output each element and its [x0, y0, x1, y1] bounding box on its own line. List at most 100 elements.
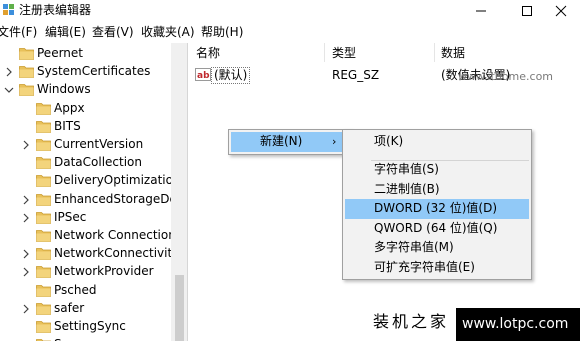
- title-bar: 注册表编辑器: [0, 0, 580, 22]
- folder-icon: [36, 321, 51, 333]
- folder-icon: [19, 48, 34, 60]
- menu-item-multi-string-value[interactable]: 多字符串值(M): [345, 238, 529, 258]
- tree-item[interactable]: DataCollection: [0, 154, 170, 172]
- menu-item-string-value[interactable]: 字符串值(S): [345, 160, 529, 180]
- watermark-brand: 装机之家: [373, 312, 450, 331]
- watermark-url: www.lotpc.com: [462, 316, 569, 332]
- column-header-data[interactable]: 数据: [441, 46, 465, 61]
- folder-icon: [36, 102, 51, 115]
- folder-icon: [36, 120, 51, 133]
- tree-item[interactable]: DeliveryOptimization: [0, 172, 181, 190]
- tree-item[interactable]: EnhancedStorageDevi: [0, 191, 187, 209]
- menu-item-label: 字符串值(S): [374, 162, 439, 176]
- tree-item[interactable]: IPSec: [0, 209, 170, 227]
- tree-item[interactable]: NetworkProvider: [0, 263, 170, 281]
- chevron-right-icon[interactable]: [21, 139, 31, 151]
- chevron-right-icon[interactable]: [21, 303, 31, 315]
- folder-icon: [19, 66, 34, 79]
- menu-item-dword-value[interactable]: DWORD (32 位)值(D): [345, 199, 529, 219]
- folder-icon: [36, 266, 51, 279]
- column-header-name[interactable]: 名称: [196, 46, 220, 61]
- chevron-down-icon[interactable]: [4, 84, 14, 96]
- minimize-icon: [476, 10, 486, 12]
- chevron-right-icon[interactable]: [21, 194, 31, 206]
- tree-item[interactable]: Appx: [0, 100, 170, 118]
- tree-item[interactable]: Psched: [0, 282, 170, 300]
- folder-icon: [36, 157, 51, 170]
- tree-item[interactable]: Windows: [0, 81, 170, 99]
- tree-item[interactable]: CurrentVersion: [0, 136, 170, 154]
- chevron-right-icon[interactable]: [21, 266, 31, 278]
- svg-text:ab: ab: [197, 71, 210, 81]
- close-button[interactable]: [538, 0, 580, 22]
- site-watermark: www.ithome.com: [458, 70, 554, 83]
- tree-item-label: DataCollection: [54, 155, 143, 170]
- tree-item[interactable]: SettingSync: [0, 318, 170, 336]
- folder-icon: [36, 193, 51, 206]
- menu-view[interactable]: 查看(V): [92, 25, 134, 40]
- column-header-type[interactable]: 类型: [332, 46, 356, 61]
- new-submenu: 项(K) 字符串值(S) 二进制值(B) DWORD (32 位)值(D) QW…: [342, 129, 532, 280]
- chevron-right-icon[interactable]: [21, 248, 31, 260]
- menu-item-label: 项(K): [374, 134, 404, 148]
- registry-editor-icon: [3, 4, 14, 15]
- tree-item[interactable]: safer: [0, 300, 170, 318]
- string-value-icon: ab: [195, 68, 211, 81]
- menu-item-label: 二进制值(B): [374, 182, 440, 196]
- tree-item-label: Network Connections: [54, 228, 183, 242]
- column-divider[interactable]: [324, 43, 325, 62]
- menu-favorites[interactable]: 收藏夹(A): [141, 25, 195, 40]
- registry-tree[interactable]: Peernet SystemCertificates Windows Appx BITS…: [0, 43, 188, 341]
- tree-item-label: safer: [54, 300, 85, 315]
- menu-item-label: 可扩充字符串值(E): [374, 260, 475, 274]
- tree-item-label: SettingSync: [54, 319, 126, 333]
- tree-item-label: S: [54, 337, 62, 341]
- menu-help[interactable]: 帮助(H): [201, 25, 243, 40]
- tree-item-label: Appx: [54, 100, 85, 115]
- tree-item[interactable]: S: [0, 336, 170, 341]
- tree-item-label: NetworkProvider: [54, 264, 154, 279]
- chevron-right-icon[interactable]: [21, 212, 31, 224]
- tree-scrollbar-thumb[interactable]: [175, 275, 184, 341]
- folder-icon: [36, 139, 51, 151]
- menu-item-qword-value[interactable]: QWORD (64 位)值(Q): [345, 219, 529, 239]
- folder-icon: [36, 211, 51, 224]
- menu-item-new-label: 新建(N): [260, 134, 303, 148]
- menu-item-key[interactable]: 项(K): [345, 132, 529, 152]
- menu-edit[interactable]: 编辑(E): [45, 25, 86, 40]
- submenu-arrow-icon: ›: [332, 135, 337, 148]
- tree-item-label: Peernet: [37, 46, 83, 60]
- folder-icon: [36, 284, 51, 297]
- tree-item-label: NetworkConnectivityS: [54, 246, 187, 261]
- tree-item[interactable]: SystemCertificates: [0, 63, 170, 81]
- tree-item[interactable]: Network Connections: [0, 227, 182, 245]
- menu-file[interactable]: 文件(F): [0, 25, 37, 40]
- tree-item-label: IPSec: [54, 209, 87, 224]
- tree-item-label: EnhancedStorageDevi: [54, 191, 188, 206]
- value-name[interactable]: (默认): [211, 67, 251, 84]
- folder-icon: [36, 302, 51, 315]
- folder-icon: [19, 84, 34, 97]
- value-type: REG_SZ: [332, 68, 380, 82]
- menu-bar: 文件(F) 编辑(E) 查看(V) 收藏夹(A) 帮助(H): [0, 23, 580, 43]
- menu-item-label: DWORD (32 位)值(D): [374, 201, 497, 215]
- tree-item[interactable]: BITS: [0, 118, 170, 136]
- close-icon: [555, 5, 567, 17]
- menu-item-expandable-string-value[interactable]: 可扩充字符串值(E): [345, 258, 529, 278]
- chevron-right-icon[interactable]: [4, 66, 14, 78]
- menu-item-label: QWORD (64 位)值(Q): [374, 221, 498, 235]
- menu-item-binary-value[interactable]: 二进制值(B): [345, 180, 529, 200]
- folder-icon: [36, 248, 51, 261]
- folder-icon: [36, 230, 51, 242]
- menu-item-new[interactable]: 新建(N) ›: [231, 132, 349, 152]
- tree-item[interactable]: NetworkConnectivityS: [0, 245, 187, 263]
- menu-item-label: 多字符串值(M): [374, 240, 454, 254]
- tree-item-label: BITS: [54, 118, 81, 133]
- folder-icon: [36, 175, 51, 188]
- column-divider[interactable]: [434, 43, 435, 62]
- tree-item[interactable]: Peernet: [0, 45, 170, 63]
- tree-item-label: DeliveryOptimization: [54, 173, 181, 188]
- tree-item-label: Windows: [37, 82, 91, 97]
- maximize-icon: [522, 6, 532, 16]
- minimize-button[interactable]: [458, 0, 504, 22]
